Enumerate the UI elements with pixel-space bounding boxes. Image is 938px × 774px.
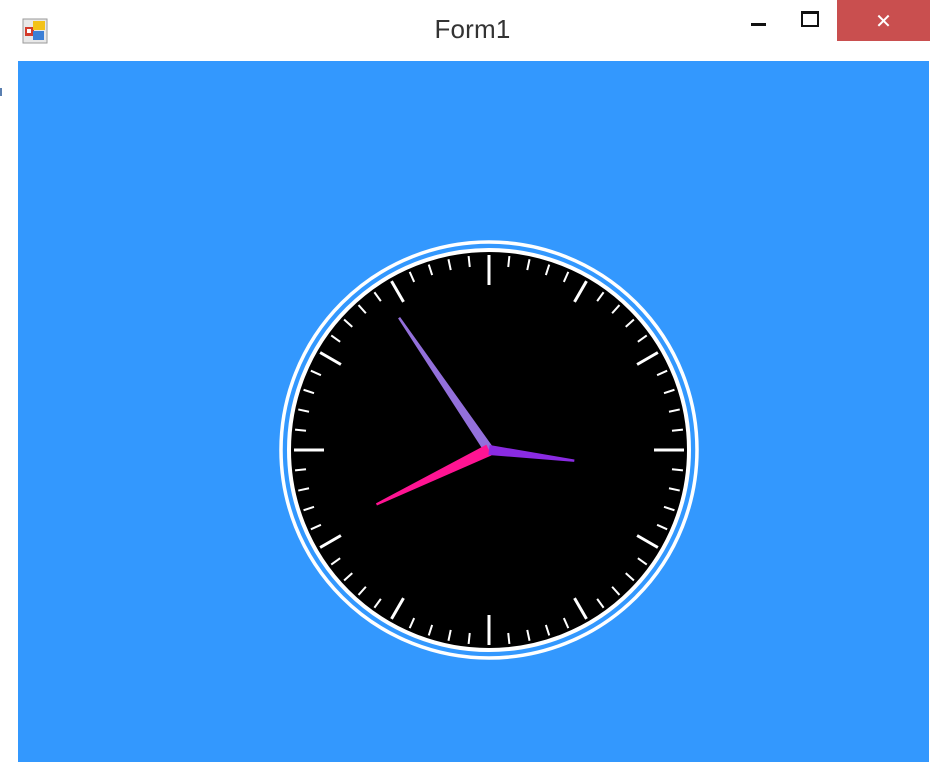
clock-minor-tick [294, 428, 307, 432]
clock-minor-tick [671, 428, 684, 432]
maximize-button[interactable] [788, 0, 832, 41]
app-window: Form1 ✕ [0, 0, 938, 774]
close-button[interactable]: ✕ [837, 0, 930, 41]
maximize-icon [801, 10, 819, 27]
window-edge [0, 88, 2, 96]
close-icon: ✕ [875, 8, 892, 33]
clock-minor-tick [507, 632, 511, 645]
clock-minor-tick [467, 632, 471, 645]
clock-minor-tick [467, 255, 471, 268]
form-client-area[interactable] [18, 61, 929, 762]
minimize-button[interactable] [736, 0, 780, 41]
clock-minor-tick [294, 468, 307, 472]
title-bar[interactable]: Form1 ✕ [0, 0, 938, 60]
analog-clock [279, 240, 699, 660]
minimize-icon [750, 23, 766, 26]
clock-minor-tick [671, 468, 684, 472]
clock-minor-tick [507, 255, 511, 268]
